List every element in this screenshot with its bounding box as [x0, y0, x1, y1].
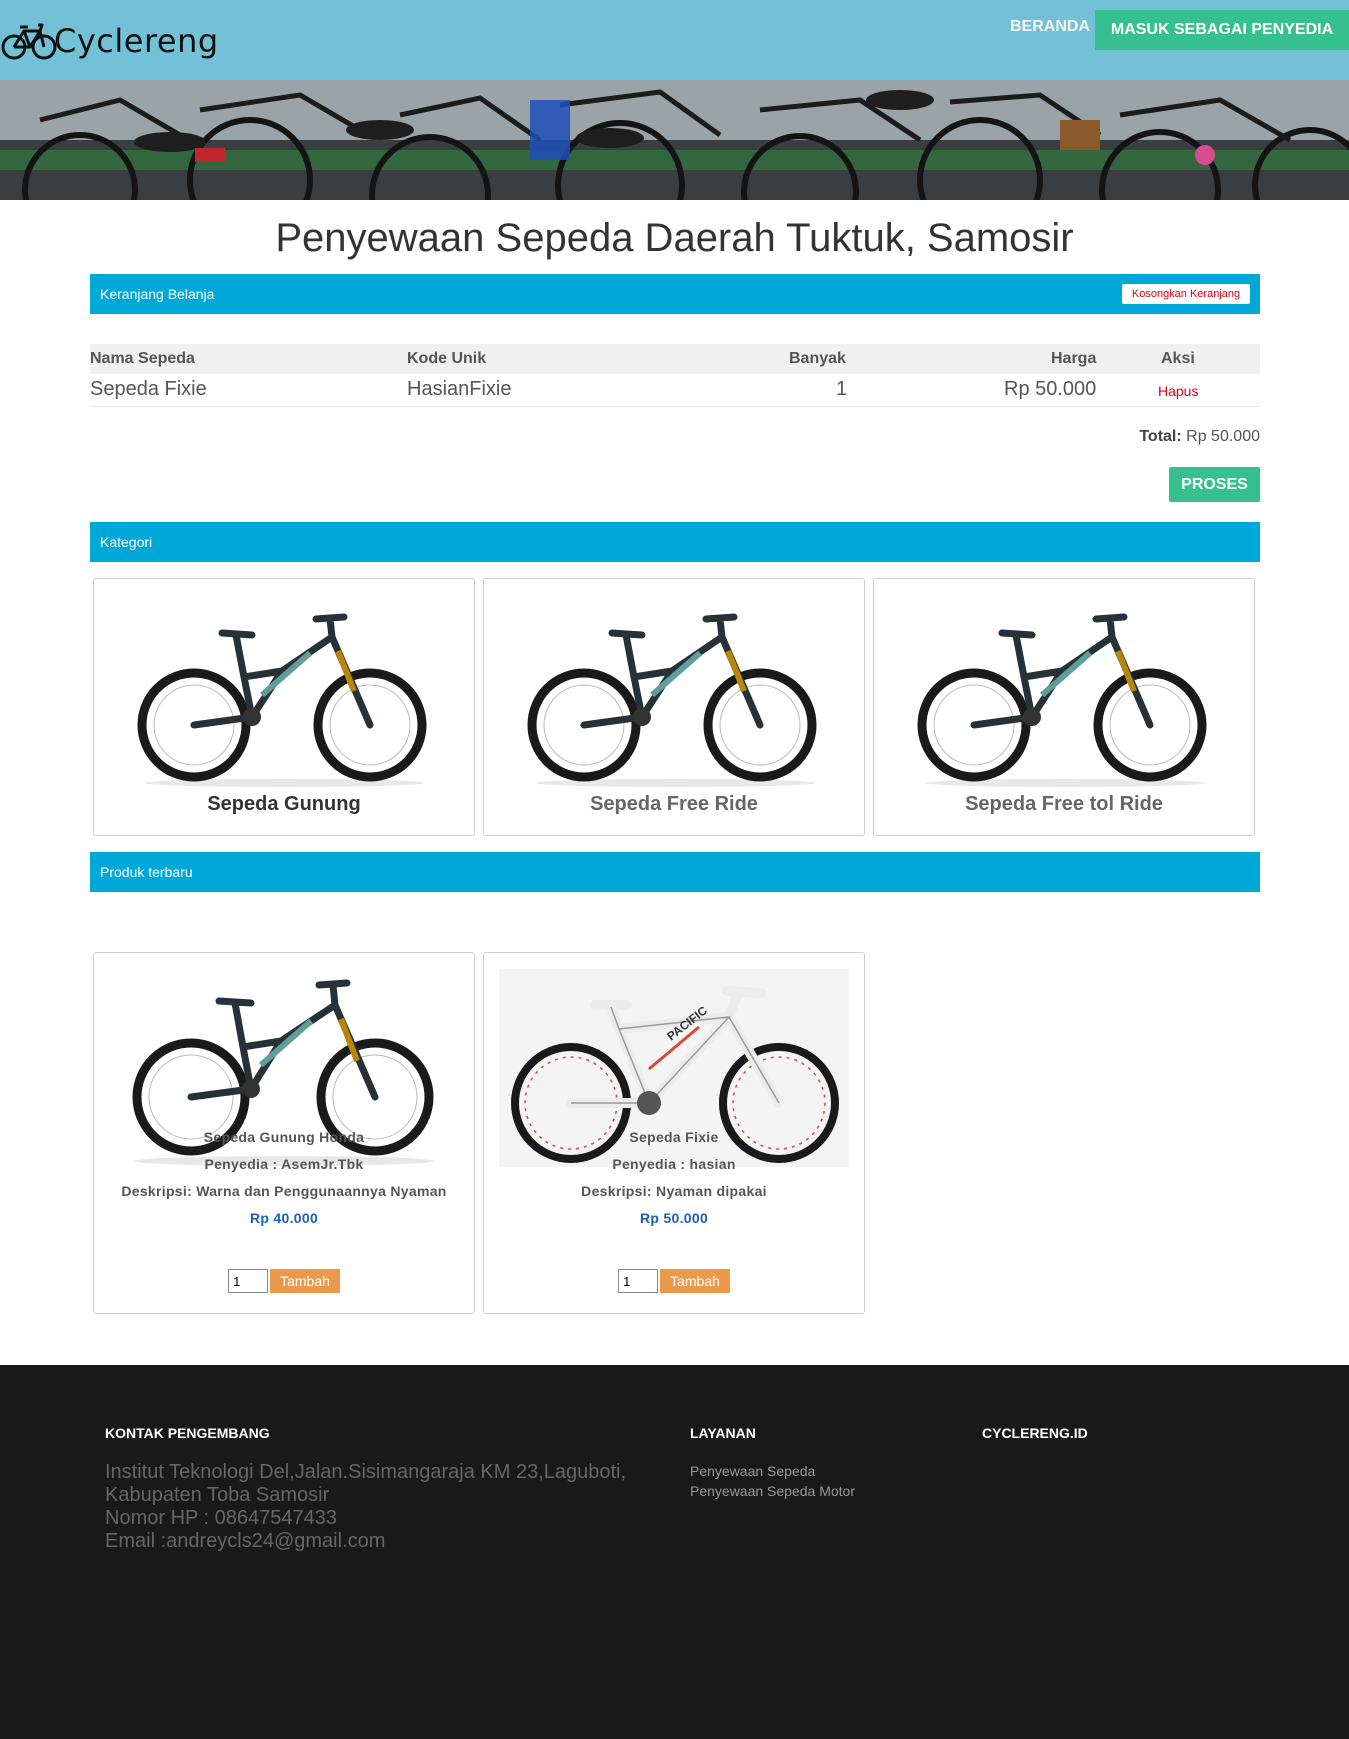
clear-cart-button[interactable]: Kosongkan Keranjang [1122, 284, 1250, 304]
cart-panel-title: Keranjang Belanja [100, 286, 215, 302]
quantity-input[interactable] [228, 1269, 269, 1293]
footer-site-heading: CYCLERENG.ID [982, 1425, 1088, 1441]
bicycle-logo-icon [1, 23, 57, 60]
product-price: Rp 50.000 [639, 1210, 709, 1226]
footer-services-heading: LAYANAN [690, 1425, 756, 1441]
nav-home-link[interactable]: BERANDA [1010, 18, 1090, 36]
brand-logo[interactable]: Cyclereng [0, 16, 219, 66]
add-to-cart-button[interactable]: Tambah [270, 1269, 340, 1293]
category-card-free-ride[interactable]: Sepeda Free Ride [483, 578, 865, 836]
navbar: Cyclereng BERANDA MASUK SEBAGAI PENYEDIA [0, 0, 1349, 80]
product-price: Rp 40.000 [249, 1210, 319, 1226]
hero-bikes-image [0, 80, 1349, 200]
category-card-gunung[interactable]: Sepeda Gunung [93, 578, 475, 836]
category-title[interactable]: Sepeda Free tol Ride [874, 793, 1254, 816]
column-header-name: Nama Sepeda [90, 350, 195, 367]
product-provider: Penyedia : AsemJr.Tbk [204, 1156, 364, 1172]
table-row: Sepeda Fixie HasianFixie 1 Rp 50.000 Hap… [90, 374, 1260, 407]
quantity-input[interactable] [618, 1269, 659, 1293]
footer-contact-heading: KONTAK PENGEMBANG [105, 1425, 270, 1441]
contact-address-line: Kabupaten Toba Samosir [105, 1484, 330, 1506]
cart-table-header: Nama Sepeda Kode Unik Banyak Harga Aksi [90, 344, 1260, 374]
cart-total: Total: Rp 50.000 [90, 428, 1260, 446]
product-name: Sepeda Gunung Honda [203, 1129, 365, 1145]
cart-item-name: Sepeda Fixie [90, 378, 207, 400]
add-to-cart-row: Tambah [94, 1269, 474, 1293]
products-panel-header: Produk terbaru [90, 852, 1260, 892]
category-title[interactable]: Sepeda Free Ride [484, 793, 864, 816]
footer-services-list: Penyewaan Sepeda Penyewaan Sepeda Motor [690, 1461, 855, 1501]
column-header-price: Harga [1051, 350, 1097, 367]
footer-contact-info: Institut Teknologi Del,Jalan.Sisimangara… [105, 1461, 665, 1553]
cart-item-price: Rp 50.000 [1004, 378, 1097, 400]
total-label: Total: [1139, 428, 1182, 445]
hero-banner [0, 80, 1349, 200]
cart-panel-header: Keranjang Belanja Kosongkan Keranjang [90, 274, 1260, 314]
remove-item-link[interactable]: Hapus [1158, 376, 1198, 406]
contact-address-line: Institut Teknologi Del,Jalan.Sisimangara… [105, 1461, 627, 1483]
login-provider-button[interactable]: MASUK SEBAGAI PENYEDIA [1095, 10, 1349, 50]
add-to-cart-button[interactable]: Tambah [660, 1269, 730, 1293]
mountain-bike-image [137, 613, 427, 787]
category-title[interactable]: Sepeda Gunung [94, 793, 474, 816]
products-panel-title: Produk terbaru [100, 864, 193, 880]
category-panel-header: Kategori [90, 522, 1260, 562]
page-title: Penyewaan Sepeda Daerah Tuktuk, Samosir [275, 216, 1074, 260]
column-header-code: Kode Unik [407, 350, 487, 367]
brand-name: Cyclereng [54, 22, 219, 60]
category-card-free-tol-ride[interactable]: Sepeda Free tol Ride [873, 578, 1255, 836]
cart-item-qty: 1 [836, 378, 848, 400]
product-description: Deskripsi: Nyaman dipakai [581, 1183, 767, 1199]
contact-phone: Nomor HP : 08647547433 [105, 1507, 338, 1529]
column-header-qty: Banyak [789, 350, 846, 367]
product-provider: Penyedia : hasian [612, 1156, 736, 1172]
cart-item-code: HasianFixie [407, 378, 512, 400]
service-link[interactable]: Penyewaan Sepeda Motor [690, 1481, 855, 1501]
column-header-action: Aksi [1161, 350, 1195, 367]
mountain-bike-image [527, 613, 817, 787]
product-card: Sepeda Gunung Honda Penyedia : AsemJr.Tb… [93, 952, 475, 1314]
product-name: Sepeda Fixie [629, 1129, 719, 1145]
total-value: Rp 50.000 [1186, 428, 1260, 445]
proses-button[interactable]: PROSES [1169, 467, 1260, 502]
service-link[interactable]: Penyewaan Sepeda [690, 1461, 855, 1481]
product-card: PACIFIC Sepeda Fixie Penyedia : hasian D… [483, 952, 865, 1314]
footer: KONTAK PENGEMBANG Institut Teknologi Del… [0, 1365, 1349, 1739]
product-description: Deskripsi: Warna dan Penggunaannya Nyama… [121, 1183, 447, 1199]
contact-email: Email :andreycls24@gmail.com [105, 1530, 386, 1552]
category-panel-title: Kategori [100, 534, 153, 550]
mountain-bike-image [917, 613, 1207, 787]
add-to-cart-row: Tambah [484, 1269, 864, 1293]
